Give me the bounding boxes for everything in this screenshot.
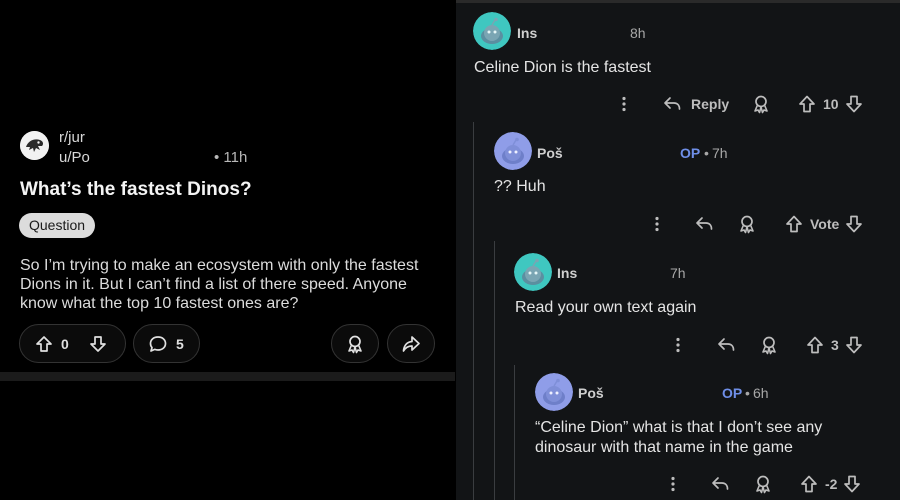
comment-timestamp: 7h	[712, 145, 728, 161]
comment-vote-count: Vote	[810, 216, 840, 232]
comment-author[interactable]: Ins	[517, 25, 537, 41]
reply-label: Reply	[691, 96, 730, 112]
meta-separator: •	[704, 145, 709, 161]
arrow-down-icon[interactable]	[845, 335, 863, 355]
comment-text: “Celine Dion” what is that I don’t see a…	[535, 419, 823, 456]
more-vertical-icon	[622, 96, 626, 112]
arrow-up-icon[interactable]	[798, 94, 816, 114]
arrow-up-icon[interactable]	[785, 214, 803, 234]
arrow-down-icon[interactable]	[89, 335, 107, 353]
comment-vote-bar: Vote	[785, 214, 863, 234]
subreddit-name[interactable]: r/jur	[59, 129, 85, 146]
post-vote-count: 0	[61, 335, 69, 352]
post-timestamp: • 11h	[214, 149, 248, 166]
subreddit-avatar[interactable]	[20, 131, 49, 160]
award-icon	[754, 95, 768, 114]
arrow-up-icon[interactable]	[806, 335, 824, 355]
snoo-avatar-icon	[514, 253, 552, 291]
avatar[interactable]	[494, 132, 532, 170]
comment-award-button[interactable]	[737, 214, 757, 234]
avatar[interactable]	[535, 373, 573, 411]
more-vertical-icon	[655, 216, 659, 232]
reply-arrow-icon	[718, 338, 735, 351]
post-share-button[interactable]	[387, 324, 435, 363]
meta-separator: •	[745, 385, 750, 401]
post-panel: r/jur u/Po • 11h What’s the fastest Dino…	[0, 0, 455, 500]
comment-award-button[interactable]	[753, 474, 773, 494]
share-arrow-icon	[401, 334, 421, 354]
award-icon	[762, 336, 776, 355]
post-comments-button[interactable]: 5	[133, 324, 200, 363]
arrow-down-icon[interactable]	[845, 214, 863, 234]
comment-timestamp: 8h	[630, 25, 646, 41]
snoo-avatar-icon	[473, 12, 511, 50]
comment-reply-button[interactable]	[716, 335, 736, 355]
comment-author[interactable]: Ins	[557, 265, 577, 281]
op-badge: OP	[680, 145, 701, 161]
comment-text: Celine Dion is the fastest	[474, 59, 651, 76]
reply-arrow-icon	[712, 477, 729, 490]
comment-vote-bar: -2	[800, 474, 861, 494]
award-icon	[740, 215, 754, 234]
arrow-up-icon[interactable]	[35, 335, 53, 353]
post-vote-bar: 0	[19, 324, 126, 363]
comment-award-button[interactable]	[751, 94, 771, 114]
comment-award-button[interactable]	[759, 335, 779, 355]
comment-text: Read your own text again	[515, 299, 697, 316]
comment-vote-count: 10	[823, 96, 839, 112]
comment-reply-button[interactable]: Reply	[662, 94, 729, 114]
arrow-down-icon[interactable]	[845, 94, 863, 114]
comment-author[interactable]: Poš	[537, 145, 563, 161]
comment-author[interactable]: Poš	[578, 385, 604, 401]
thread-line	[494, 241, 495, 500]
snoo-avatar-icon	[494, 132, 532, 170]
comment-reply-button[interactable]	[710, 474, 730, 494]
award-icon	[345, 334, 365, 354]
comment-timestamp: 7h	[670, 265, 686, 281]
post-award-button[interactable]	[331, 324, 379, 363]
more-vertical-icon	[676, 337, 680, 353]
post-flair[interactable]: Question	[19, 213, 96, 238]
comment-vote-bar: 10	[798, 94, 863, 114]
comment-vote-bar: 3	[806, 335, 863, 355]
post-divider	[0, 372, 455, 381]
more-vertical-icon	[671, 476, 675, 492]
comment-text: ?? Huh	[494, 178, 546, 195]
comments-top-divider	[456, 0, 900, 3]
comment-more-button[interactable]	[664, 475, 682, 493]
comment-vote-count: -2	[825, 476, 838, 492]
comment-more-button[interactable]	[615, 95, 633, 113]
post-comment-count: 5	[176, 335, 184, 352]
comment-more-button[interactable]	[648, 215, 666, 233]
post-body: So I’m trying to make an ecosystem with …	[20, 257, 419, 312]
comment-reply-button[interactable]	[694, 214, 714, 234]
reply-arrow-icon	[696, 217, 713, 230]
arrow-down-icon[interactable]	[843, 474, 861, 494]
post-author[interactable]: u/Po	[59, 149, 90, 166]
post-title: What’s the fastest Dinos?	[20, 179, 252, 200]
avatar[interactable]	[473, 12, 511, 50]
speech-bubble-icon	[148, 334, 168, 354]
comment-more-button[interactable]	[669, 336, 687, 354]
thread-line	[473, 122, 474, 500]
dinosaur-skeleton-icon	[20, 131, 49, 160]
award-icon	[756, 475, 770, 494]
arrow-up-icon[interactable]	[800, 474, 818, 494]
avatar[interactable]	[514, 253, 552, 291]
thread-line	[514, 365, 515, 500]
reply-arrow-icon	[664, 97, 681, 110]
op-badge: OP	[722, 385, 743, 401]
snoo-avatar-icon	[535, 373, 573, 411]
comment-vote-count: 3	[831, 337, 839, 353]
comment-timestamp: 6h	[753, 385, 769, 401]
